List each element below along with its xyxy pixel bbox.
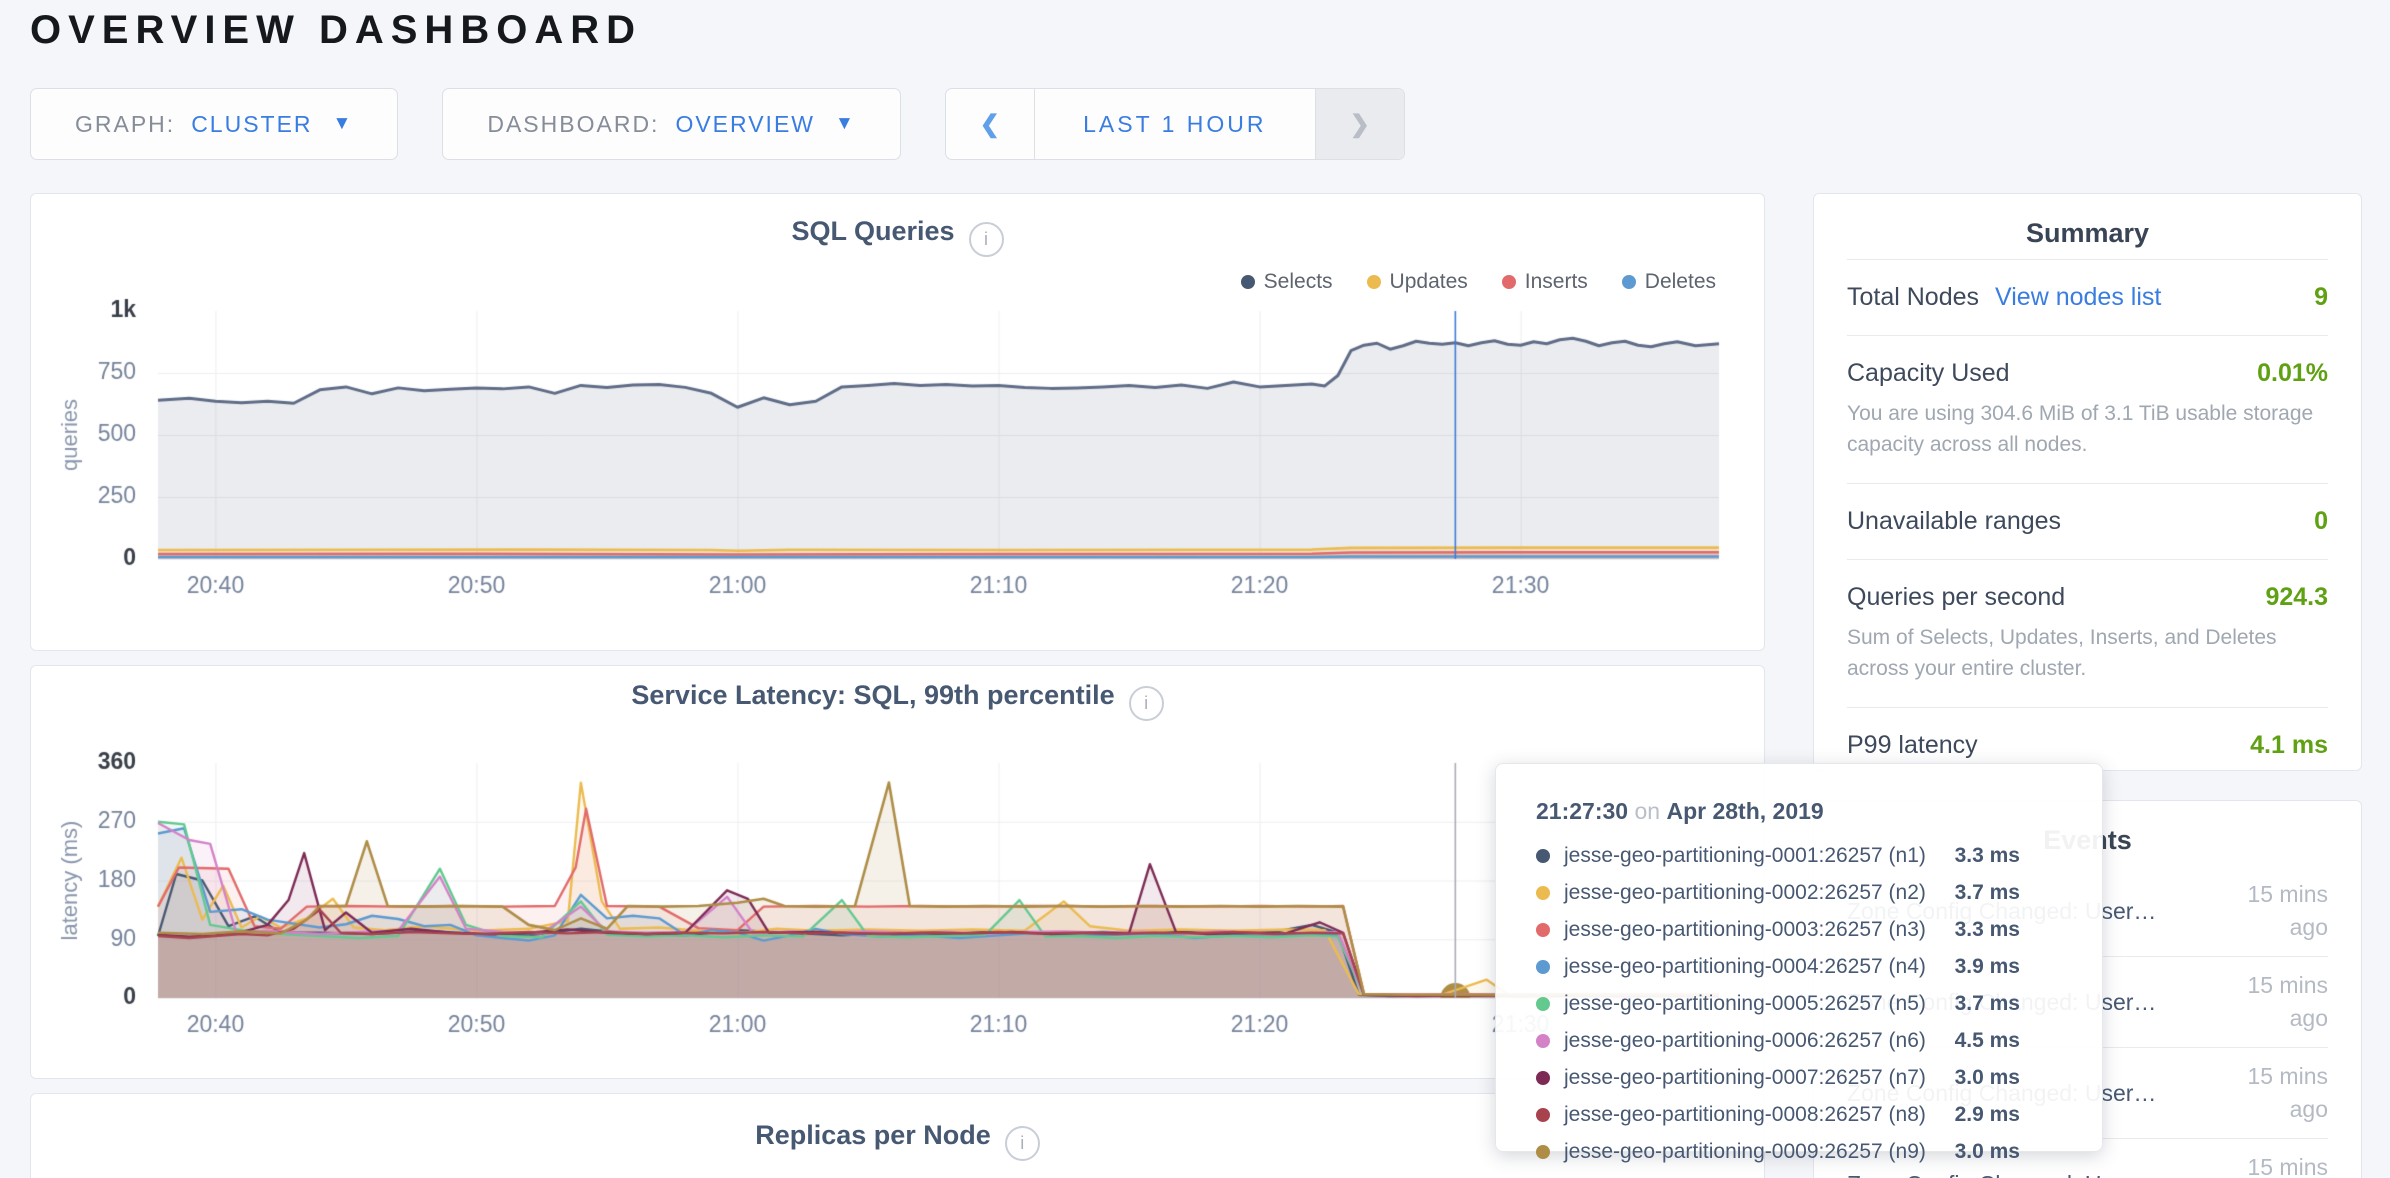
event-time: 15 mins ago <box>2228 1151 2328 1178</box>
sql-queries-card: SQL Queriesi Selects Updates Inserts Del… <box>30 193 1765 651</box>
tooltip-row: jesse-geo-partitioning-0007:26257 (n7) 3… <box>1536 1059 2060 1096</box>
page-title: OVERVIEW DASHBOARD <box>30 8 642 53</box>
summary-value: 924.3 <box>2265 583 2328 612</box>
time-window-selector: ❮ LAST 1 HOUR ❯ <box>945 88 1405 160</box>
caret-down-icon: ▼ <box>835 113 856 135</box>
tooltip-row: jesse-geo-partitioning-0003:26257 (n3) 3… <box>1536 911 2060 948</box>
event-time: 15 mins ago <box>2228 878 2328 944</box>
time-window-button[interactable]: LAST 1 HOUR <box>1034 89 1316 159</box>
event-time: 15 mins ago <box>2228 969 2328 1035</box>
summary-subtext: You are using 304.6 MiB of 3.1 TiB usabl… <box>1847 398 2328 460</box>
sql-queries-chart-canvas[interactable] <box>31 194 1766 652</box>
series-dot <box>1536 1034 1550 1048</box>
info-icon[interactable]: i <box>1005 1126 1040 1161</box>
event-text: Zone Config Changed: User… <box>1847 1171 2228 1178</box>
summary-row-unavailable: Unavailable ranges 0 <box>1847 483 2328 559</box>
controls-bar: GRAPH: CLUSTER ▼ DASHBOARD: OVERVIEW ▼ ❮… <box>30 88 1405 160</box>
summary-label: Total Nodes <box>1847 283 1979 312</box>
summary-value: 9 <box>2314 283 2328 312</box>
series-dot <box>1536 1108 1550 1122</box>
series-dot <box>1536 997 1550 1011</box>
summary-value: 0 <box>2314 507 2328 536</box>
dashboard-dropdown-label: DASHBOARD: <box>487 111 659 138</box>
summary-subtext: Sum of Selects, Updates, Inserts, and De… <box>1847 622 2328 684</box>
series-dot <box>1536 923 1550 937</box>
summary-panel: Summary Total Nodes View nodes list 9 Ca… <box>1813 193 2362 771</box>
tooltip-row: jesse-geo-partitioning-0001:26257 (n1) 3… <box>1536 837 2060 874</box>
tooltip-row: jesse-geo-partitioning-0009:26257 (n9) 3… <box>1536 1133 2060 1170</box>
tooltip-row: jesse-geo-partitioning-0004:26257 (n4) 3… <box>1536 948 2060 985</box>
series-dot <box>1536 849 1550 863</box>
series-dot <box>1536 960 1550 974</box>
summary-label: Unavailable ranges <box>1847 507 2061 536</box>
summary-title: Summary <box>1847 194 2328 259</box>
time-window-label: LAST 1 HOUR <box>1083 111 1266 138</box>
chevron-right-icon: ❯ <box>1350 110 1370 139</box>
time-forward-button[interactable]: ❯ <box>1316 89 1404 159</box>
tooltip-row: jesse-geo-partitioning-0008:26257 (n8) 2… <box>1536 1096 2060 1133</box>
summary-value: 4.1 ms <box>2250 731 2328 760</box>
tooltip-row: jesse-geo-partitioning-0002:26257 (n2) 3… <box>1536 874 2060 911</box>
summary-label: Queries per second <box>1847 583 2065 612</box>
view-nodes-list-link[interactable]: View nodes list <box>1995 283 2161 312</box>
series-dot <box>1536 1145 1550 1159</box>
summary-value: 0.01% <box>2257 359 2328 388</box>
summary-row-total-nodes: Total Nodes View nodes list 9 <box>1847 259 2328 335</box>
summary-label: P99 latency <box>1847 731 1978 760</box>
tooltip-row: jesse-geo-partitioning-0006:26257 (n6) 4… <box>1536 1022 2060 1059</box>
dashboard-dropdown[interactable]: DASHBOARD: OVERVIEW ▼ <box>442 88 900 160</box>
caret-down-icon: ▼ <box>333 113 354 135</box>
tooltip-row: jesse-geo-partitioning-0005:26257 (n5) 3… <box>1536 985 2060 1022</box>
dashboard-dropdown-value: OVERVIEW <box>675 111 815 138</box>
series-dot <box>1536 886 1550 900</box>
series-dot <box>1536 1071 1550 1085</box>
chevron-left-icon: ❮ <box>980 110 1000 139</box>
graph-dropdown[interactable]: GRAPH: CLUSTER ▼ <box>30 88 398 160</box>
summary-row-qps: Queries per second 924.3 Sum of Selects,… <box>1847 559 2328 707</box>
overview-dashboard-page: OVERVIEW DASHBOARD GRAPH: CLUSTER ▼ DASH… <box>0 0 2390 1178</box>
event-time: 15 mins ago <box>2228 1060 2328 1126</box>
chart-hover-tooltip: 21:27:30 on Apr 28th, 2019 jesse-geo-par… <box>1495 763 2103 1152</box>
time-back-button[interactable]: ❮ <box>946 89 1034 159</box>
graph-dropdown-value: CLUSTER <box>191 111 312 138</box>
tooltip-timestamp: 21:27:30 on Apr 28th, 2019 <box>1536 798 2060 825</box>
graph-dropdown-label: GRAPH: <box>75 111 175 138</box>
summary-row-capacity: Capacity Used 0.01% You are using 304.6 … <box>1847 335 2328 483</box>
summary-label: Capacity Used <box>1847 359 2010 388</box>
